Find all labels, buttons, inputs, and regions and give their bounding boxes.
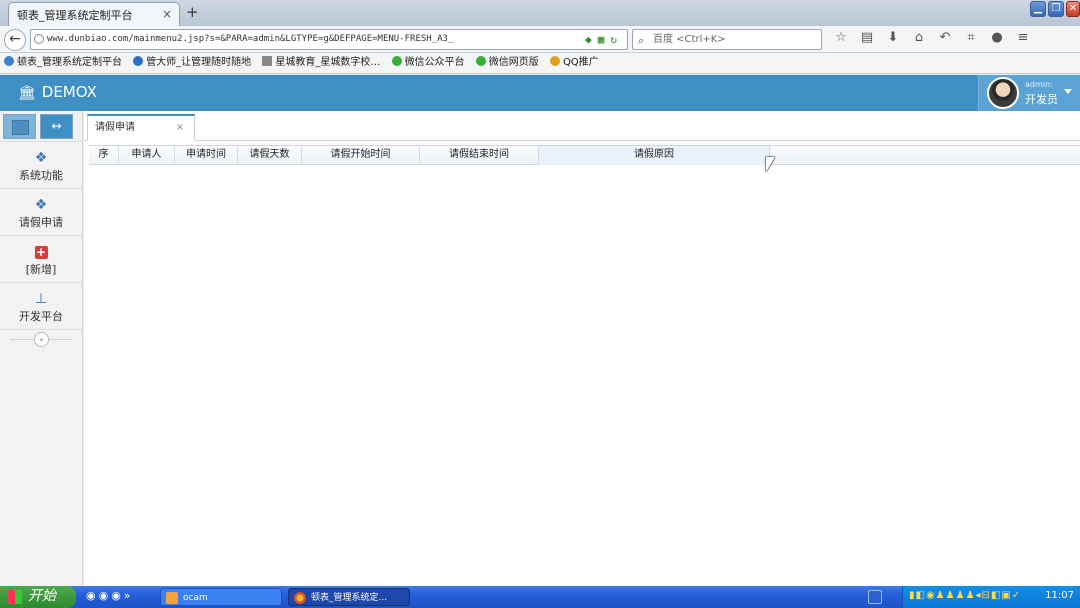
column-header[interactable]: 请假结束时间: [420, 146, 539, 165]
taskbar-item-ocam[interactable]: ocam: [160, 588, 282, 606]
bookmark-icon: [4, 56, 14, 66]
sidebar-collapse: «: [0, 330, 82, 348]
user-role: 开发员: [1025, 93, 1058, 106]
sidebar: ↔ ❖ 系统功能 ❖ 请假申请 + [新增] ⊥ 开发平台 «: [0, 111, 83, 586]
user-name: admin:: [1025, 80, 1053, 89]
taskbar-item-browser[interactable]: 顿表_管理系统定...: [288, 588, 410, 606]
os-taskbar: 开始 ◉◉◉» ocam 顿表_管理系统定... ▮◧◉♟♟♟♟◂⊟◧▣✓ 11…: [0, 586, 1080, 608]
tab-label: 请假申请: [95, 122, 135, 133]
tab-leave-request[interactable]: 请假申请 ×: [87, 114, 195, 141]
minimize-button[interactable]: ▁: [1030, 1, 1046, 17]
address-bar-icons[interactable]: ◆▦↻: [585, 30, 623, 49]
sidebar-item-add[interactable]: + [新增]: [0, 236, 82, 283]
bookmark-item[interactable]: QQ推广: [549, 53, 599, 73]
bookmark-icon: [133, 56, 144, 66]
sitemap-icon: ⊥: [34, 291, 48, 307]
browser-tab[interactable]: 顿表_管理系统定制平台 ×: [8, 2, 180, 26]
sidebar-item-system[interactable]: ❖ 系统功能: [0, 142, 82, 189]
app-logo-text: DEMOX: [41, 83, 97, 101]
main-content: 请假申请 × 序 申请人 申请时间 请假天数 请假开始时间 请假结束时间 请假原…: [84, 111, 1080, 586]
search-icon: ⌕: [638, 34, 645, 47]
collapse-icon[interactable]: «: [34, 332, 49, 347]
tray-icons[interactable]: ▮◧◉♟♟♟♟◂⊟◧▣✓: [909, 590, 1021, 601]
crop-icon[interactable]: ⌗: [958, 30, 984, 45]
sidebar-toolbar: ↔: [0, 111, 82, 142]
bookmark-item[interactable]: 微信网页版: [475, 53, 539, 73]
new-tab-button[interactable]: +: [186, 3, 199, 21]
star-icon[interactable]: ☆: [828, 30, 854, 45]
mouse-pointer-icon: [766, 157, 775, 172]
search-input[interactable]: ⌕ 百度 <Ctrl+K>: [632, 29, 822, 50]
sidebar-item-label: 请假申请: [19, 216, 63, 229]
avatar: [987, 77, 1019, 109]
column-header[interactable]: 序: [89, 146, 119, 165]
taskbar-item-label: ocam: [183, 593, 208, 603]
bookmarks-bar: 顿表_管理系统定制平台 管大师_让管理随时随地 星城教育_星城数字校… 微信公众…: [0, 53, 1080, 74]
start-button[interactable]: 开始: [0, 586, 76, 608]
table-header: 序 申请人 申请时间 请假天数 请假开始时间 请假结束时间 请假原因: [89, 145, 1080, 165]
firefox-icon: [294, 592, 306, 604]
bookmark-item[interactable]: 管大师_让管理随时随地: [133, 53, 251, 73]
chat-icon[interactable]: ●: [984, 30, 1010, 45]
page-tab-strip: 请假申请 ×: [84, 111, 1080, 141]
sidebar-item-label: 系统功能: [19, 169, 63, 182]
ocam-icon: [166, 592, 178, 604]
quick-launch-icons[interactable]: ◉◉◉»: [86, 589, 134, 602]
column-header[interactable]: 请假天数: [238, 146, 302, 165]
home-icon[interactable]: ⌂: [906, 30, 932, 45]
back-arrow-icon[interactable]: ←: [4, 29, 26, 51]
sidebar-item-label: [新增]: [25, 263, 57, 276]
browser-tab-bar: 顿表_管理系统定制平台 × + ▁ ❐ ✕: [0, 0, 1080, 26]
column-header[interactable]: 申请时间: [175, 146, 238, 165]
cubes-icon: ❖: [34, 150, 48, 166]
download-icon[interactable]: ⬇: [880, 30, 906, 45]
system-tray: ▮◧◉♟♟♟♟◂⊟◧▣✓ 11:07: [902, 586, 1080, 608]
app-header: 🏛 DEMOX admin: 开发员: [0, 75, 1080, 111]
bookmark-item[interactable]: 顿表_管理系统定制平台: [4, 53, 122, 73]
column-header[interactable]: 申请人: [119, 146, 175, 165]
start-label: 开始: [28, 588, 56, 604]
column-header[interactable]: 请假原因: [539, 146, 770, 165]
sidebar-item-leave[interactable]: ❖ 请假申请: [0, 189, 82, 236]
column-header[interactable]: 请假开始时间: [302, 146, 420, 165]
sidebar-item-dev[interactable]: ⊥ 开发平台: [0, 283, 82, 330]
browser-toolbar: ☆ ▤ ⬇ ⌂ ↶ ⌗ ● ≡: [828, 30, 1036, 45]
sidebar-item-label: 开发平台: [19, 310, 63, 323]
bookmark-item[interactable]: 星城教育_星城数字校…: [262, 53, 380, 73]
bookmark-icon: [262, 56, 273, 66]
wechat-icon: [475, 56, 486, 66]
bank-icon: 🏛: [18, 85, 36, 101]
clock: 11:07: [1045, 590, 1074, 601]
bookmark-item[interactable]: 微信公众平台: [391, 53, 465, 73]
qq-icon: [549, 56, 560, 66]
sidebar-shortcut-button[interactable]: [3, 114, 36, 139]
taskbar-item-label: 顿表_管理系统定...: [311, 593, 388, 603]
app-logo[interactable]: 🏛 DEMOX: [18, 83, 97, 101]
close-tab-icon[interactable]: ×: [176, 116, 184, 139]
browser-nav-bar: ← www.dunbiao.com/mainmenu2.jsp?s=&PARA=…: [0, 26, 1080, 53]
menu-icon[interactable]: ≡: [1010, 30, 1036, 45]
windows-logo-icon: [8, 590, 22, 604]
plus-square-icon: +: [34, 245, 48, 259]
user-menu[interactable]: admin: 开发员: [978, 75, 1080, 111]
undo-icon[interactable]: ↶: [932, 30, 958, 45]
cubes-icon: ❖: [34, 197, 48, 213]
restore-button[interactable]: ❐: [1048, 1, 1064, 17]
browser-tab-title: 顿表_管理系统定制平台: [17, 9, 133, 22]
wechat-icon: [391, 56, 402, 66]
close-tab-icon[interactable]: ×: [162, 7, 172, 21]
address-bar[interactable]: www.dunbiao.com/mainmenu2.jsp?s=&PARA=ad…: [30, 29, 628, 50]
show-desktop-button[interactable]: [868, 590, 882, 604]
clipboard-icon[interactable]: ▤: [854, 30, 880, 45]
close-window-button[interactable]: ✕: [1066, 1, 1080, 17]
caret-down-icon: [1064, 89, 1072, 94]
globe-icon: [34, 34, 44, 44]
sidebar-toggle-button[interactable]: ↔: [40, 114, 73, 139]
search-placeholder: 百度 <Ctrl+K>: [653, 34, 726, 45]
address-url: www.dunbiao.com/mainmenu2.jsp?s=&PARA=ad…: [47, 34, 454, 44]
